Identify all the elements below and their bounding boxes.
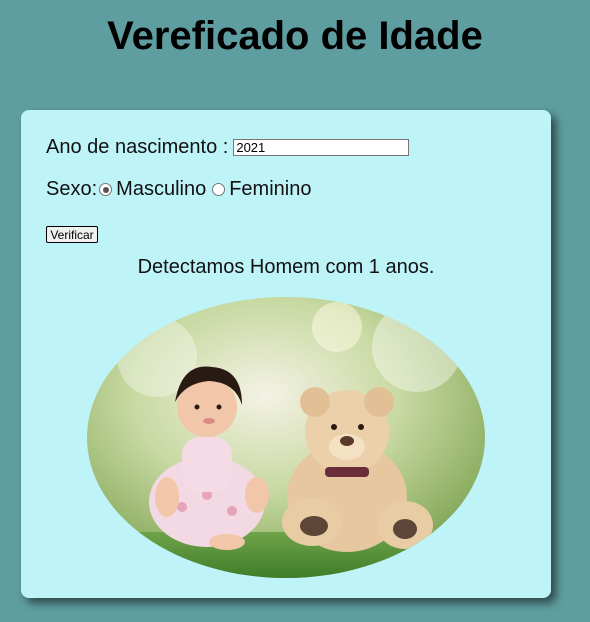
birth-year-input[interactable]: [233, 139, 410, 156]
baby-with-teddy-bear-image: [87, 297, 485, 578]
radio-feminino-label[interactable]: Feminino: [229, 178, 311, 201]
radio-masculino[interactable]: [99, 183, 113, 196]
birth-year-label: Ano de nascimento :: [46, 136, 229, 158]
form-card: Ano de nascimento : Sexo: Masculino Femi…: [21, 110, 551, 598]
sex-label: Sexo:: [46, 178, 98, 200]
radio-masculino-label[interactable]: Masculino: [116, 178, 206, 201]
verify-button[interactable]: Verificar: [46, 226, 98, 243]
sex-row: Sexo: Masculino Feminino: [46, 178, 311, 201]
birth-year-row: Ano de nascimento :: [46, 136, 410, 159]
radio-feminino[interactable]: [212, 183, 226, 196]
result-photo: [87, 297, 485, 578]
result-text: Detectamos Homem com 1 anos.: [137, 256, 435, 278]
page-title: Vereficado de Idade: [107, 14, 483, 58]
